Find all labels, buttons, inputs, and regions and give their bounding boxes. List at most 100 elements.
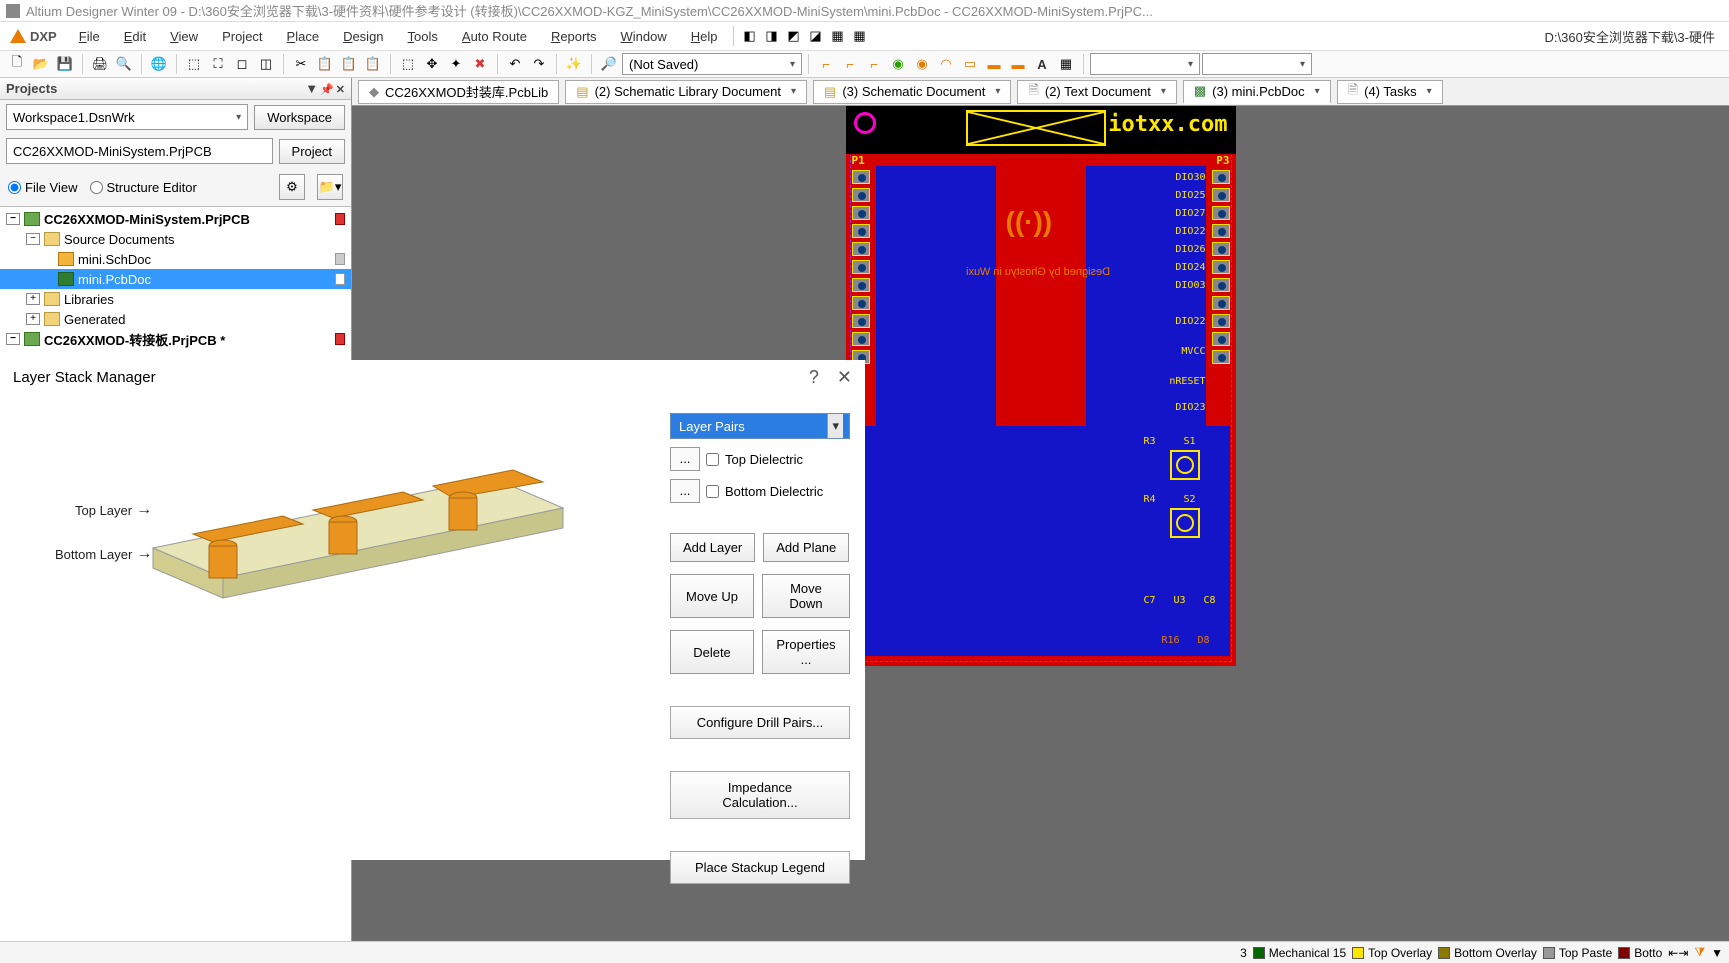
combo-3[interactable] — [1202, 53, 1312, 75]
browse-icon[interactable]: 🔎 — [598, 53, 620, 75]
clear-icon[interactable]: ✖ — [469, 53, 491, 75]
menu-reports[interactable]: Reports — [539, 25, 609, 48]
new-icon[interactable]: 🗋 — [6, 53, 28, 75]
tree-project-1[interactable]: − CC26XXMOD-MiniSystem.PrjPCB — [0, 209, 351, 229]
menu-extra-icon-3[interactable]: ◩ — [782, 25, 804, 47]
menu-help[interactable]: Help — [679, 25, 730, 48]
arc-icon[interactable]: ◠ — [935, 53, 957, 75]
panel-dropdown-icon[interactable]: ▼ — [305, 81, 318, 96]
status-filter-icon[interactable]: ⧩ — [1694, 945, 1705, 960]
menu-edit[interactable]: Edit — [112, 25, 158, 48]
expander-icon[interactable]: − — [6, 213, 20, 225]
properties-button[interactable]: Properties ... — [762, 630, 850, 674]
menu-extra-icon-5[interactable]: ▦ — [826, 25, 848, 47]
move-icon[interactable]: ✥ — [421, 53, 443, 75]
globe-icon[interactable]: 🌐 — [148, 53, 170, 75]
region-icon[interactable]: ▬ — [983, 53, 1005, 75]
tree-schdoc[interactable]: mini.SchDoc — [0, 249, 351, 269]
expander-icon[interactable]: + — [26, 313, 40, 325]
panel-icon-1[interactable]: ⚙ — [279, 174, 305, 200]
zoom-fit-icon[interactable]: ⛶ — [207, 53, 229, 75]
poly-icon[interactable]: ▬ — [1007, 53, 1029, 75]
menu-design[interactable]: Design — [331, 25, 395, 48]
drill-pairs-button[interactable]: Configure Drill Pairs... — [670, 706, 850, 739]
layer-tab-toppaste[interactable]: Top Paste — [1543, 946, 1612, 960]
redo-icon[interactable]: ↷ — [528, 53, 550, 75]
file-view-radio[interactable]: File View — [8, 180, 78, 195]
add-layer-button[interactable]: Add Layer — [670, 533, 755, 562]
via-icon[interactable]: ◉ — [887, 53, 909, 75]
paste-icon[interactable]: 📋 — [338, 53, 360, 75]
menu-extra-icon-6[interactable]: ▦ — [848, 25, 870, 47]
zoom-area-icon[interactable]: ⬚ — [183, 53, 205, 75]
string-icon[interactable]: A — [1031, 53, 1053, 75]
menu-view[interactable]: View — [158, 25, 210, 48]
expander-icon[interactable]: + — [26, 293, 40, 305]
paste-special-icon[interactable]: 📋 — [362, 53, 384, 75]
move-down-button[interactable]: Move Down — [762, 574, 850, 618]
tree-libraries[interactable]: + Libraries — [0, 289, 351, 309]
tab-pcblib[interactable]: ◆CC26XXMOD封装库.PcbLib — [358, 80, 559, 104]
open-icon[interactable]: 📂 — [30, 53, 52, 75]
menu-autoroute[interactable]: Auto Route — [450, 25, 539, 48]
project-name-input[interactable]: CC26XXMOD-MiniSystem.PrjPCB — [6, 138, 273, 164]
top-dielectric-checkbox[interactable] — [706, 453, 719, 466]
tab-schdoc[interactable]: ▤(3) Schematic Document — [813, 80, 1011, 104]
tree-pcbdoc[interactable]: mini.PcbDoc — [0, 269, 351, 289]
bottom-dielectric-dots[interactable]: ... — [670, 479, 700, 503]
project-button[interactable]: Project — [279, 139, 345, 164]
tree-project-2[interactable]: − CC26XXMOD-转接板.PrjPCB * — [0, 329, 351, 349]
combo-2[interactable] — [1090, 53, 1200, 75]
undo-icon[interactable]: ↶ — [504, 53, 526, 75]
menu-extra-icon-1[interactable]: ◧ — [738, 25, 760, 47]
layer-tab-topoverlay[interactable]: Top Overlay — [1352, 946, 1432, 960]
close-icon[interactable]: ✕ — [837, 367, 852, 388]
expander-icon[interactable]: − — [6, 333, 20, 345]
stackup-legend-button[interactable]: Place Stackup Legend — [670, 851, 850, 884]
move-up-button[interactable]: Move Up — [670, 574, 754, 618]
wand-icon[interactable]: ✨ — [563, 53, 585, 75]
menu-window[interactable]: Window — [608, 25, 678, 48]
pin-icon[interactable] — [320, 81, 334, 96]
workspace-combo[interactable]: Workspace1.DsnWrk — [6, 104, 248, 130]
route-icon-3[interactable]: ⌐ — [863, 53, 885, 75]
layer-tab-bottompaste[interactable]: Botto — [1618, 946, 1662, 960]
add-plane-button[interactable]: Add Plane — [763, 533, 849, 562]
select-icon[interactable]: ⬚ — [397, 53, 419, 75]
structure-editor-radio[interactable]: Structure Editor — [90, 180, 197, 195]
tab-schlib[interactable]: ▤(2) Schematic Library Document — [565, 80, 807, 104]
save-icon[interactable]: 💾 — [54, 53, 76, 75]
menu-file[interactable]: File — [67, 25, 112, 48]
layer-tab-bottomoverlay[interactable]: Bottom Overlay — [1438, 946, 1537, 960]
help-icon[interactable]: ? — [809, 367, 819, 388]
tree-source-documents[interactable]: − Source Documents — [0, 229, 351, 249]
tool-icon-1[interactable]: ◫ — [255, 53, 277, 75]
top-dielectric-dots[interactable]: ... — [670, 447, 700, 471]
tab-tasks[interactable]: 🗎(4) Tasks — [1337, 80, 1443, 104]
deselect-icon[interactable]: ✦ — [445, 53, 467, 75]
layer-pairs-combo[interactable]: Layer Pairs — [670, 413, 850, 439]
panel-close-icon[interactable] — [336, 81, 345, 96]
print-icon[interactable]: 🖨 — [89, 53, 111, 75]
menu-place[interactable]: Place — [275, 25, 332, 48]
copy-icon[interactable]: 📋 — [314, 53, 336, 75]
status-nav-icon[interactable]: ⇤⇥ — [1668, 946, 1688, 960]
tab-text[interactable]: 🗎(2) Text Document — [1017, 80, 1176, 104]
menu-extra-icon-2[interactable]: ◨ — [760, 25, 782, 47]
dialog-titlebar[interactable]: Layer Stack Manager ? ✕ — [1, 361, 864, 393]
workspace-button[interactable]: Workspace — [254, 105, 345, 130]
impedance-button[interactable]: Impedance Calculation... — [670, 771, 850, 819]
route-icon-2[interactable]: ⌐ — [839, 53, 861, 75]
layer-tab-mech15[interactable]: Mechanical 15 — [1253, 946, 1346, 960]
panel-icon-2[interactable]: 📁▾ — [317, 174, 343, 200]
comp-icon[interactable]: ▦ — [1055, 53, 1077, 75]
zoom-sel-icon[interactable]: ◻ — [231, 53, 253, 75]
menu-tools[interactable]: Tools — [396, 25, 450, 48]
route-icon-1[interactable]: ⌐ — [815, 53, 837, 75]
delete-button[interactable]: Delete — [670, 630, 754, 674]
pad-icon[interactable]: ◉ — [911, 53, 933, 75]
dxp-button[interactable]: DXP — [10, 28, 57, 44]
fill-icon[interactable]: ▭ — [959, 53, 981, 75]
menu-project[interactable]: Project — [210, 25, 274, 48]
bottom-dielectric-checkbox[interactable] — [706, 485, 719, 498]
